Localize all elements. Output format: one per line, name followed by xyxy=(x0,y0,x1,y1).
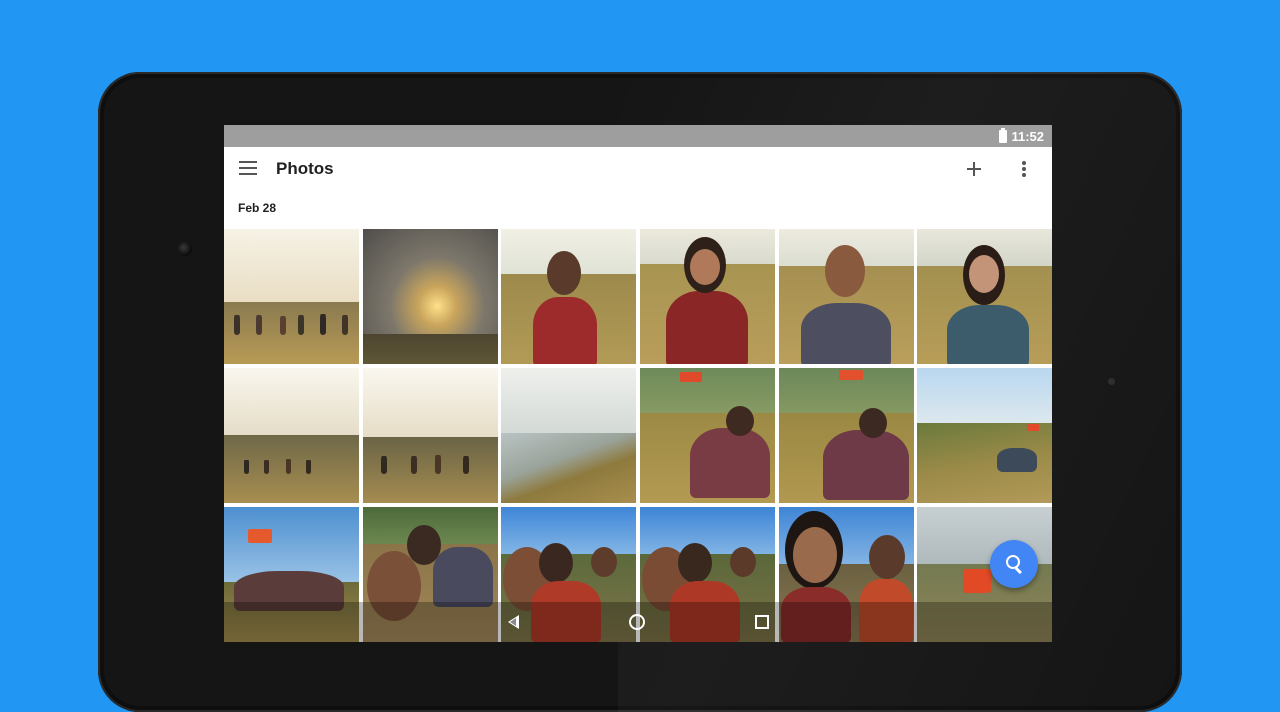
photo-thumbnail[interactable] xyxy=(501,229,636,364)
hamburger-menu-icon[interactable] xyxy=(239,161,257,177)
photo-thumbnail[interactable] xyxy=(363,229,498,364)
device-screen: 11:52 Photos Feb 28 xyxy=(224,125,1052,642)
search-icon xyxy=(1006,555,1020,569)
recents-square-icon[interactable] xyxy=(754,615,769,629)
photo-thumbnail[interactable] xyxy=(501,368,636,503)
photo-thumbnail[interactable] xyxy=(640,229,775,364)
photo-thumbnail[interactable] xyxy=(779,368,914,503)
photo-thumbnail[interactable] xyxy=(224,368,359,503)
light-sensor xyxy=(1108,378,1115,385)
photo-thumbnail[interactable] xyxy=(779,229,914,364)
more-vert-icon[interactable] xyxy=(1012,157,1036,181)
home-circle-icon[interactable] xyxy=(628,614,645,630)
photo-thumbnail[interactable] xyxy=(224,229,359,364)
battery-icon xyxy=(999,127,1008,143)
search-fab-button[interactable] xyxy=(990,540,1038,588)
status-bar: 11:52 xyxy=(224,125,1052,147)
date-header: Feb 28 xyxy=(238,201,277,215)
front-camera xyxy=(178,242,192,256)
photo-thumbnail[interactable] xyxy=(363,368,498,503)
back-triangle-icon[interactable] xyxy=(507,615,519,629)
app-bar: Photos xyxy=(224,147,1052,192)
status-time: 11:52 xyxy=(1011,128,1044,144)
plus-icon[interactable] xyxy=(962,157,986,181)
system-nav-bar xyxy=(224,602,1052,642)
photo-thumbnail[interactable] xyxy=(917,368,1052,503)
photo-thumbnail[interactable] xyxy=(640,368,775,503)
app-title: Photos xyxy=(276,159,334,178)
photo-thumbnail[interactable] xyxy=(917,229,1052,364)
